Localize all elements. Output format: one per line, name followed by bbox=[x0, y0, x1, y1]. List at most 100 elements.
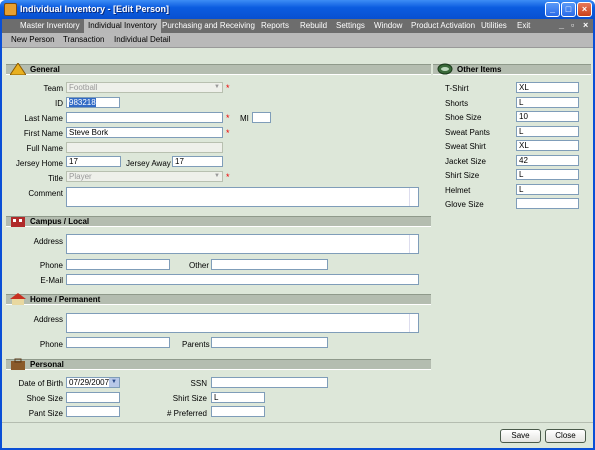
general-section-header: General bbox=[6, 63, 431, 75]
parents-label: Parents bbox=[182, 340, 210, 349]
email-label: E-Mail bbox=[40, 276, 63, 285]
mdi-minimize-button[interactable]: _ bbox=[559, 20, 564, 30]
menu-bar: Master Inventory Individual Inventory Pu… bbox=[2, 19, 593, 33]
jersey-home-field[interactable]: 17 bbox=[66, 156, 121, 167]
home-section-header: Home / Permanent bbox=[6, 293, 431, 305]
mdi-restore-button[interactable]: ▫ bbox=[571, 20, 574, 30]
home-address-textarea[interactable] bbox=[66, 313, 419, 333]
menu-exit[interactable]: Exit bbox=[517, 21, 530, 30]
menu-product-activation[interactable]: Product Activation bbox=[411, 21, 475, 30]
home-phone-field[interactable] bbox=[66, 337, 170, 348]
campus-address-textarea[interactable] bbox=[66, 234, 419, 254]
scrollbar[interactable] bbox=[409, 235, 418, 253]
dob-value: 07/29/2007 bbox=[69, 378, 110, 387]
id-field[interactable]: 983218 bbox=[66, 97, 120, 108]
close-window-button[interactable]: × bbox=[577, 2, 592, 17]
home-address-label: Address bbox=[33, 315, 63, 324]
title-select[interactable]: Player ▼ bbox=[66, 171, 223, 182]
other-item-field[interactable]: XL bbox=[516, 140, 579, 151]
chevron-down-icon: ▼ bbox=[214, 173, 220, 179]
other-item-field[interactable]: XL bbox=[516, 82, 579, 93]
jersey-away-label: Jersey Away bbox=[126, 159, 171, 168]
comment-label: Comment bbox=[28, 189, 63, 198]
ssn-field[interactable] bbox=[211, 377, 328, 388]
other-item-field[interactable]: L bbox=[516, 96, 579, 108]
shoe-size-field[interactable] bbox=[66, 392, 120, 403]
campus-other-label: Other bbox=[189, 261, 210, 270]
close-button[interactable]: Close bbox=[545, 429, 586, 443]
comment-textarea[interactable] bbox=[66, 187, 419, 207]
save-button[interactable]: Save bbox=[500, 429, 541, 443]
last-name-label: Last Name bbox=[24, 114, 63, 123]
personal-section-header: Personal bbox=[6, 358, 431, 370]
email-field[interactable] bbox=[66, 274, 419, 285]
menu-purchasing-receiving[interactable]: Purchasing and Receiving bbox=[162, 21, 255, 30]
scrollbar[interactable] bbox=[409, 314, 418, 332]
chevron-down-icon[interactable]: ▼ bbox=[109, 378, 119, 387]
mi-field[interactable] bbox=[252, 112, 271, 123]
other-item-label: Glove Size bbox=[445, 200, 484, 209]
team-label: Team bbox=[43, 84, 63, 93]
menu-settings[interactable]: Settings bbox=[336, 21, 365, 30]
shirt-size-field[interactable]: L bbox=[211, 392, 265, 403]
last-name-field[interactable] bbox=[66, 112, 223, 123]
preferred-number-label: # Preferred bbox=[166, 409, 207, 418]
pant-size-field[interactable] bbox=[66, 406, 120, 417]
menu-master-inventory[interactable]: Master Inventory bbox=[20, 21, 80, 30]
campus-phone-field[interactable] bbox=[66, 259, 170, 270]
other-item-label: Jacket Size bbox=[445, 156, 486, 166]
warning-triangle-icon bbox=[10, 63, 26, 75]
menu-utilities[interactable]: Utilities bbox=[481, 21, 507, 30]
preferred-number-field[interactable] bbox=[211, 406, 265, 417]
other-item-field[interactable]: L bbox=[516, 169, 579, 180]
id-value: 983218 bbox=[69, 98, 96, 107]
new-person-link[interactable]: New Person bbox=[11, 35, 55, 44]
menu-window[interactable]: Window bbox=[374, 21, 402, 30]
other-items-header: Other Items bbox=[433, 63, 591, 75]
first-name-field[interactable]: Steve Bork bbox=[66, 127, 223, 138]
first-name-label: First Name bbox=[23, 129, 63, 138]
ssn-label: SSN bbox=[190, 379, 207, 388]
chevron-down-icon: ▼ bbox=[214, 84, 220, 90]
title-value: Player bbox=[69, 172, 92, 181]
other-item-field[interactable] bbox=[516, 198, 579, 209]
other-item-field[interactable]: 10 bbox=[516, 111, 579, 122]
parents-field[interactable] bbox=[211, 337, 328, 348]
required-marker: * bbox=[226, 128, 230, 138]
building-icon bbox=[11, 217, 25, 227]
other-item-field[interactable]: L bbox=[516, 183, 579, 195]
other-item-label: Sweat Pants bbox=[445, 127, 490, 137]
menu-individual-inventory[interactable]: Individual Inventory bbox=[84, 19, 161, 33]
campus-section-title: Campus / Local bbox=[30, 217, 90, 226]
other-item-label: Shorts bbox=[445, 98, 469, 108]
id-label: ID bbox=[55, 99, 63, 108]
maximize-button[interactable]: □ bbox=[561, 2, 576, 17]
full-name-field bbox=[66, 142, 223, 153]
full-name-label: Full Name bbox=[26, 144, 63, 153]
minimize-button[interactable]: _ bbox=[545, 2, 560, 17]
briefcase-icon bbox=[11, 358, 25, 370]
house-icon bbox=[10, 293, 26, 305]
title-label: Title bbox=[48, 174, 63, 183]
mdi-close-button[interactable]: × bbox=[583, 20, 588, 30]
home-section-title: Home / Permanent bbox=[30, 295, 101, 304]
required-marker: * bbox=[226, 83, 230, 93]
shoe-size-label: Shoe Size bbox=[26, 394, 63, 403]
campus-other-field[interactable] bbox=[211, 259, 328, 270]
other-item-label: Helmet bbox=[445, 185, 471, 195]
menu-rebuild[interactable]: Rebuild bbox=[300, 21, 327, 30]
team-select[interactable]: Football ▼ bbox=[66, 82, 223, 93]
required-marker: * bbox=[226, 172, 230, 182]
dob-picker[interactable]: 07/29/2007 ▼ bbox=[66, 377, 120, 388]
home-phone-label: Phone bbox=[39, 340, 63, 349]
individual-detail-link[interactable]: Individual Detail bbox=[114, 35, 170, 44]
menu-reports[interactable]: Reports bbox=[261, 21, 289, 30]
other-item-field[interactable]: 42 bbox=[516, 154, 579, 166]
other-item-label: Sweat Shirt bbox=[445, 142, 486, 151]
jersey-away-field[interactable]: 17 bbox=[172, 156, 223, 167]
required-marker: * bbox=[226, 113, 230, 123]
other-item-field[interactable]: L bbox=[516, 125, 579, 137]
transaction-link[interactable]: Transaction bbox=[63, 35, 105, 44]
campus-address-label: Address bbox=[33, 237, 63, 246]
scrollbar[interactable] bbox=[409, 188, 418, 206]
